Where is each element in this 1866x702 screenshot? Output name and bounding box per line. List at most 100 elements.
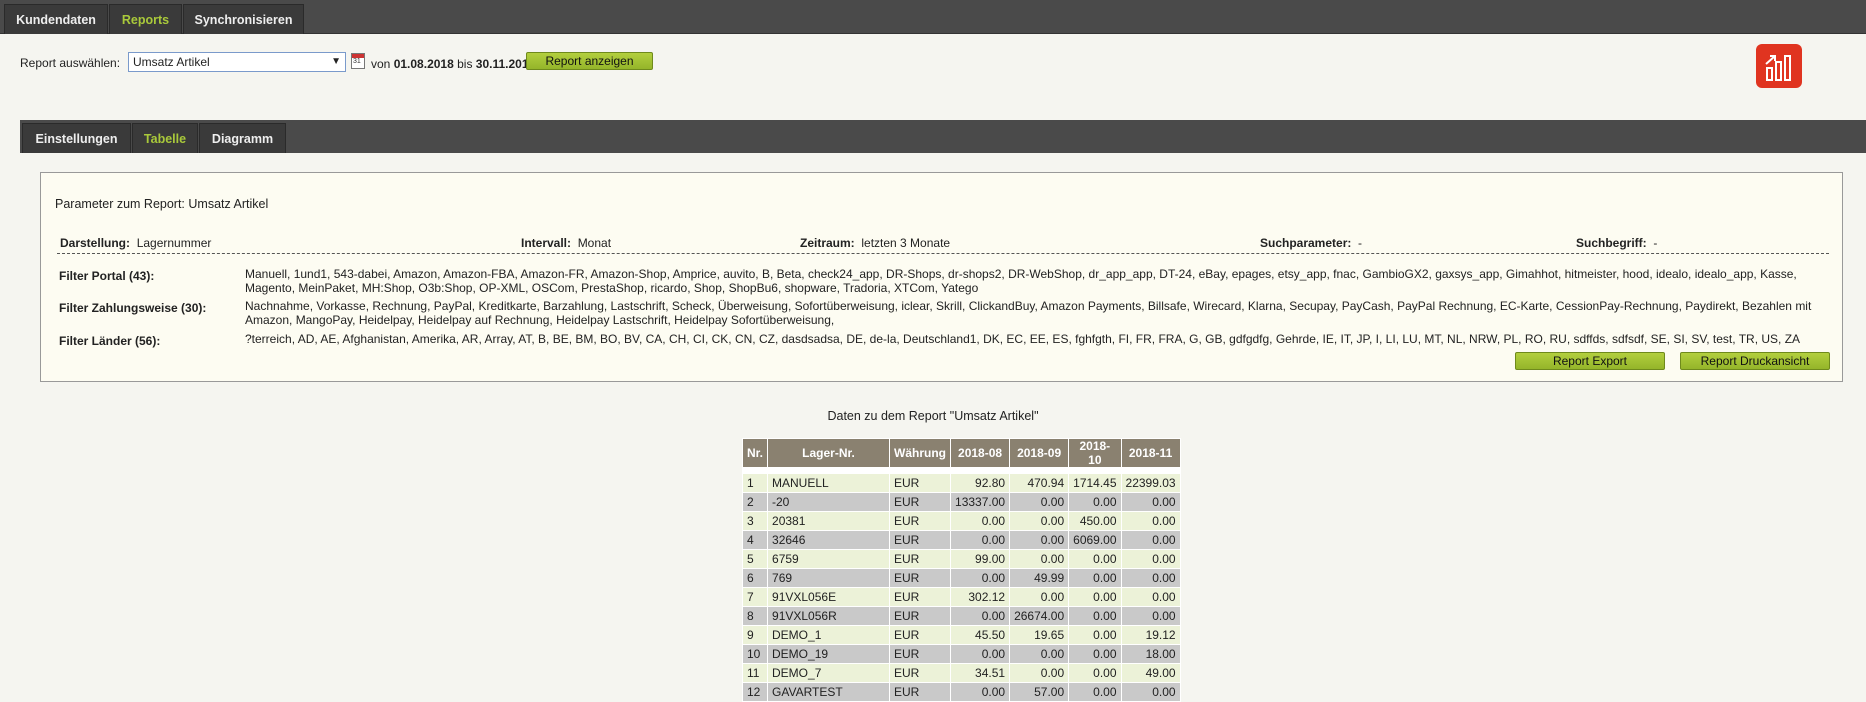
table-cell: 0.00 (1068, 663, 1122, 683)
date-range: von 01.08.2018 bis 30.11.2018 (371, 57, 536, 71)
table-cell: 4 (741, 530, 769, 550)
table-cell: EUR (889, 492, 952, 512)
table-cell: 0.00 (1068, 644, 1122, 664)
tab-einstellungen[interactable]: Einstellungen (22, 123, 131, 153)
table-cell: 0.00 (1009, 587, 1070, 607)
table-cell: 0.00 (1068, 682, 1122, 702)
table-cell: 0.00 (1120, 587, 1181, 607)
filter-laender-value: ?terreich, AD, AE, Afghanistan, Amerika,… (245, 332, 1801, 346)
tab-tabelle[interactable]: Tabelle (132, 123, 198, 153)
show-report-button[interactable]: Report anzeigen (526, 52, 653, 70)
parameter-title: Parameter zum Report: Umsatz Artikel (55, 197, 269, 211)
table-cell: 11 (741, 663, 769, 683)
param-suchbegriff: Suchbegriff: - (1576, 236, 1658, 250)
tab-diagramm[interactable]: Diagramm (199, 123, 286, 153)
table-cell: 7 (741, 587, 769, 607)
filter-zahlung-value: Nachnahme, Vorkasse, Rechnung, PayPal, K… (245, 299, 1812, 327)
table-cell: 2 (741, 492, 769, 512)
param-zeitraum: Zeitraum: letzten 3 Monate (800, 236, 951, 250)
table-cell: 0.00 (1120, 606, 1181, 626)
table-cell: EUR (889, 473, 952, 493)
col-header: 2018-10 (1068, 438, 1122, 468)
table-cell: 19.12 (1120, 625, 1181, 645)
table-cell: 0.00 (1120, 530, 1181, 550)
table-cell: 10 (741, 644, 769, 664)
date-from: 01.08.2018 (393, 57, 454, 71)
table-cell: EUR (889, 625, 952, 645)
table-cell: 12 (741, 682, 769, 702)
dropdown-arrow-icon: ▼ (331, 56, 341, 67)
table-cell: 0.00 (1009, 511, 1070, 531)
bar-chart-logo-icon (1756, 44, 1802, 88)
table-row: 1 MANUELL EUR 92.80 470.94 1714.45 22399.03 (741, 473, 1181, 493)
col-header: Währung (889, 438, 952, 468)
report-export-button[interactable]: Report Export (1515, 352, 1665, 370)
table-cell: 57.00 (1009, 682, 1070, 702)
table-cell: 26674.00 (1009, 606, 1070, 626)
table-cell: 0.00 (1068, 587, 1122, 607)
tab-kundendaten[interactable]: Kundendaten (4, 4, 108, 34)
table-cell: 32646 (767, 530, 891, 550)
table-cell: 9 (741, 625, 769, 645)
report-select[interactable]: Umsatz Artikel ▼ (128, 52, 346, 72)
table-cell: 1 (741, 473, 769, 493)
table-cell: 45.50 (950, 625, 1011, 645)
table-cell: 49.99 (1009, 568, 1070, 588)
table-cell: 450.00 (1068, 511, 1122, 531)
filter-zahlung-label: Filter Zahlungsweise (30): (59, 301, 207, 315)
table-cell: DEMO_7 (767, 663, 891, 683)
table-row: 7 91VXL056E EUR 302.12 0.00 0.00 0.00 (741, 587, 1181, 607)
table-cell: EUR (889, 663, 952, 683)
table-cell: EUR (889, 530, 952, 550)
table-cell: 0.00 (1009, 549, 1070, 569)
table-cell: 0.00 (950, 568, 1011, 588)
table-header-row: Nr. Lager-Nr. Währung 2018-08 2018-09 20… (741, 438, 1181, 468)
report-print-button[interactable]: Report Druckansicht (1680, 352, 1830, 370)
table-cell: 0.00 (1120, 511, 1181, 531)
col-header: 2018-09 (1009, 438, 1070, 468)
table-cell: 0.00 (1068, 568, 1122, 588)
table-cell: 0.00 (1009, 663, 1070, 683)
table-cell: 769 (767, 568, 891, 588)
table-cell: 91VXL056E (767, 587, 891, 607)
divider (57, 253, 1829, 254)
table-cell: 0.00 (950, 682, 1011, 702)
table-cell: 0.00 (1120, 568, 1181, 588)
report-select-label: Report auswählen: (20, 56, 121, 70)
table-cell: EUR (889, 511, 952, 531)
table-cell: 3 (741, 511, 769, 531)
table-cell: 0.00 (950, 644, 1011, 664)
table-cell: 6759 (767, 549, 891, 569)
table-cell: 49.00 (1120, 663, 1181, 683)
table-cell: 0.00 (950, 511, 1011, 531)
report-select-value: Umsatz Artikel (133, 55, 210, 69)
table-title: Daten zu dem Report "Umsatz Artikel" (827, 409, 1039, 423)
table-cell: 6 (741, 568, 769, 588)
calendar-icon[interactable]: 31 (351, 53, 365, 69)
table-cell: DEMO_19 (767, 644, 891, 664)
table-cell: EUR (889, 644, 952, 664)
table-cell: 0.00 (1009, 492, 1070, 512)
table-cell: MANUELL (767, 473, 891, 493)
data-table: Nr. Lager-Nr. Währung 2018-08 2018-09 20… (741, 438, 1181, 702)
table-cell: EUR (889, 682, 952, 702)
param-intervall: Intervall: Monat (521, 236, 612, 250)
table-row: 2 -20 EUR 13337.00 0.00 0.00 0.00 (741, 492, 1181, 512)
tab-reports[interactable]: Reports (109, 4, 182, 34)
table-cell: -20 (767, 492, 891, 512)
table-cell: 0.00 (1120, 549, 1181, 569)
tab-synchronisieren[interactable]: Synchronisieren (183, 4, 304, 34)
table-cell: 0.00 (1068, 549, 1122, 569)
table-cell: 0.00 (950, 530, 1011, 550)
col-header: Nr. (741, 438, 769, 468)
table-cell: 0.00 (1120, 492, 1181, 512)
table-cell: 0.00 (1068, 625, 1122, 645)
parameter-box: Parameter zum Report: Umsatz Artikel Dar… (40, 172, 1843, 382)
table-row: 11 DEMO_7 EUR 34.51 0.00 0.00 49.00 (741, 663, 1181, 683)
table-cell: 5 (741, 549, 769, 569)
table-row: 9 DEMO_1 EUR 45.50 19.65 0.00 19.12 (741, 625, 1181, 645)
filter-laender-label: Filter Länder (56): (59, 334, 161, 348)
table-cell: 6069.00 (1068, 530, 1122, 550)
table-cell: 0.00 (1120, 682, 1181, 702)
param-suchparameter: Suchparameter: - (1260, 236, 1363, 250)
